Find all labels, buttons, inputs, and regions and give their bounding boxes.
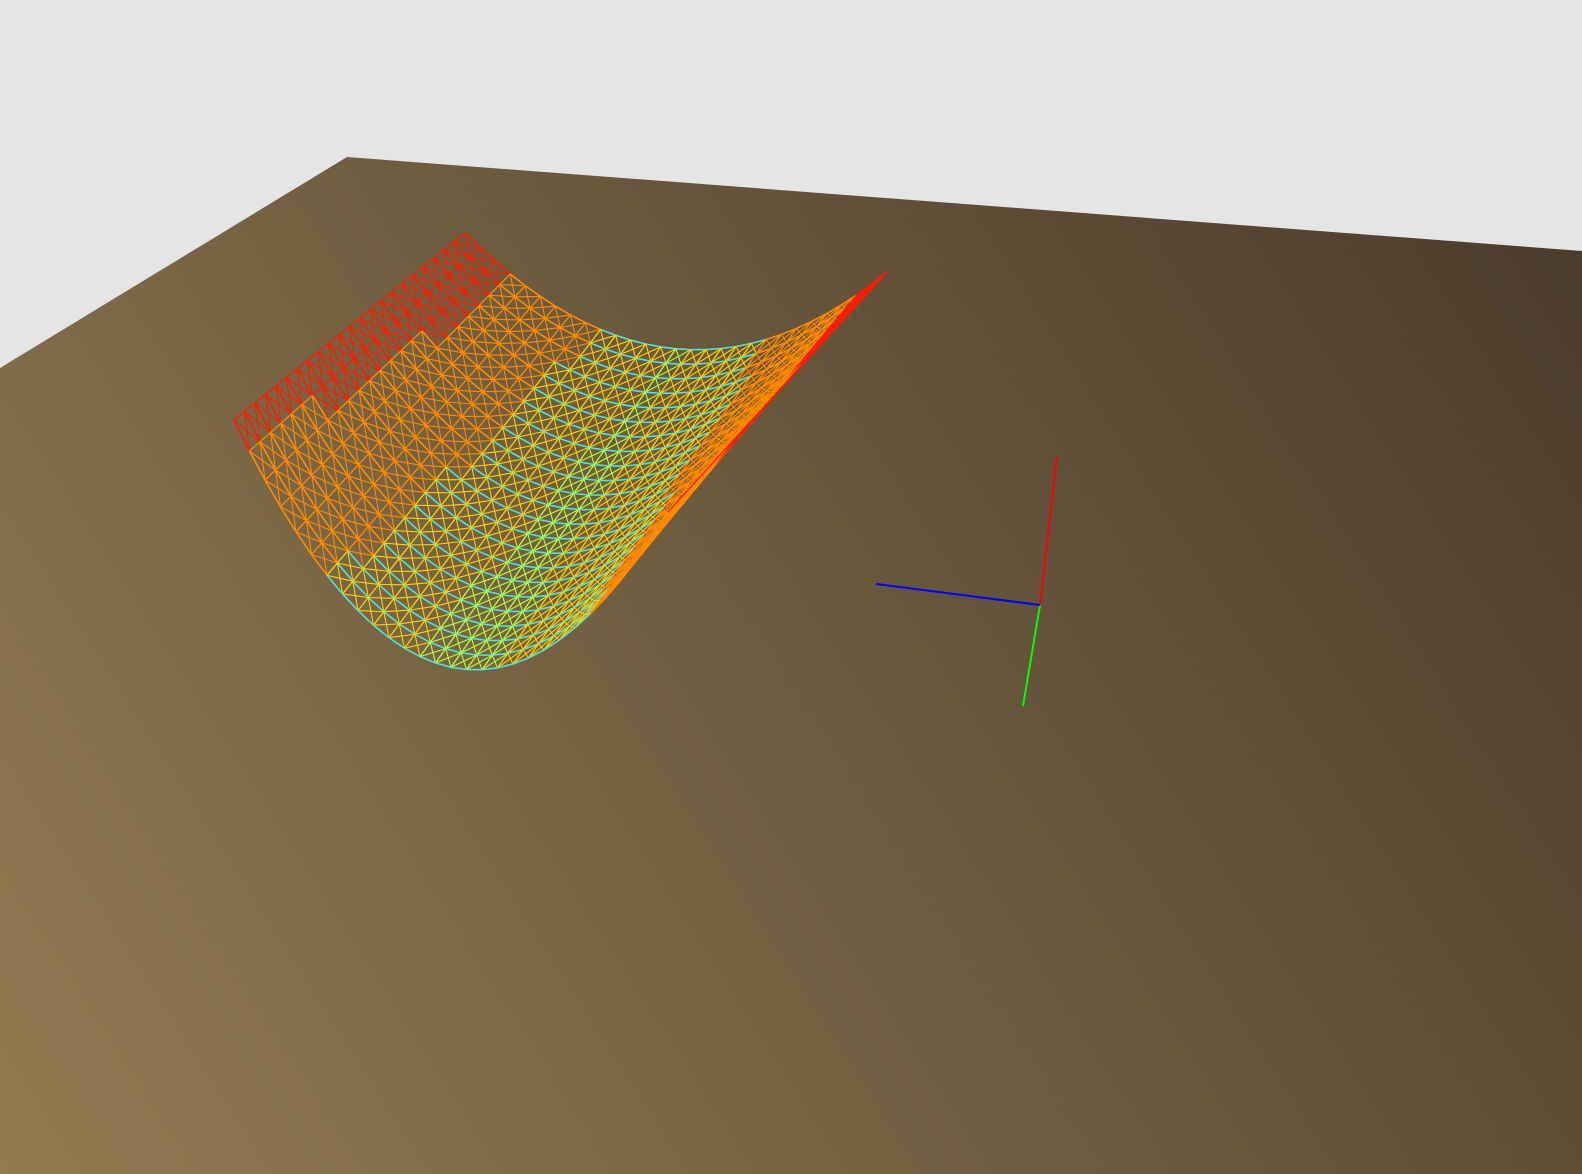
mesh-edge <box>645 391 661 395</box>
mesh-edge <box>514 295 541 298</box>
3d-viewport[interactable] <box>0 0 1582 1174</box>
mesh-edge <box>665 362 681 365</box>
mesh-edge <box>635 405 651 409</box>
mesh-edge <box>409 543 436 546</box>
mesh-edge <box>451 427 478 430</box>
mesh-edge <box>675 348 692 351</box>
mesh-edge <box>414 504 441 507</box>
mesh-edge <box>498 342 525 344</box>
3d-scene-canvas[interactable] <box>0 0 1582 1174</box>
mesh-edge <box>446 466 472 468</box>
mesh-edge <box>655 376 671 380</box>
mesh-edge <box>493 318 520 321</box>
mesh-edge <box>477 366 504 368</box>
ground-plane <box>0 157 1582 1174</box>
